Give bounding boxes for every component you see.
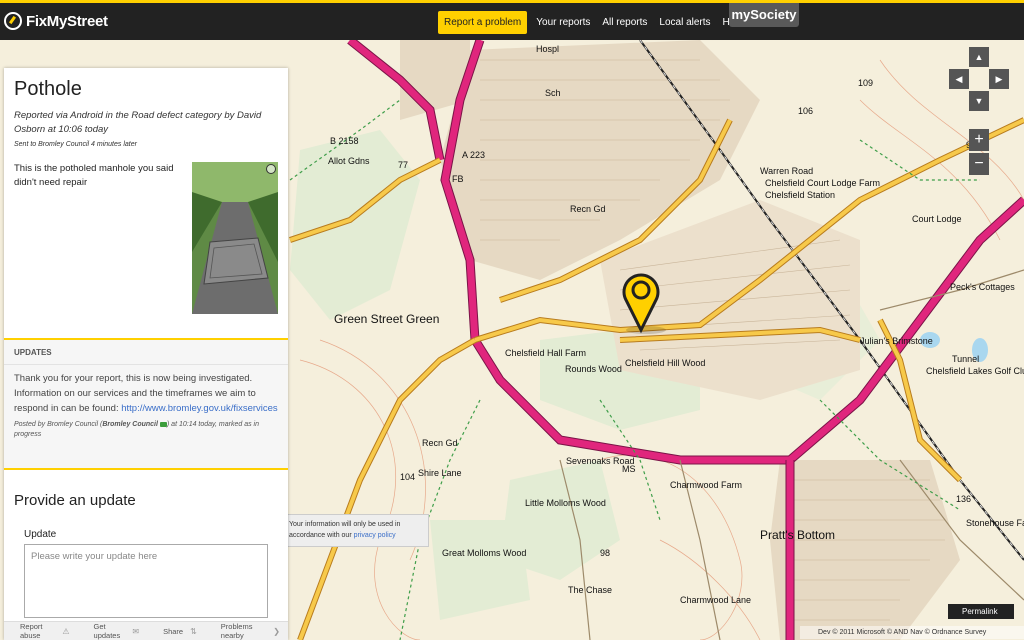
privacy-policy-link[interactable]: privacy policy <box>354 532 396 539</box>
nav-your-reports[interactable]: Your reports <box>536 17 590 28</box>
logo-icon <box>4 12 22 30</box>
zoom-photo-icon[interactable] <box>266 164 276 174</box>
map-label: Chelsfield Hill Wood <box>625 358 706 368</box>
update-textarea[interactable] <box>24 544 268 618</box>
nav-report-problem[interactable]: Report a problem <box>438 11 528 34</box>
map-label: B 2158 <box>330 136 359 146</box>
map-label: Warren Road <box>760 166 814 176</box>
map-label: Stonehouse Farm <box>966 518 1024 528</box>
map-label: FB <box>452 174 464 184</box>
permalink-button[interactable]: Permalink <box>948 604 1014 619</box>
map-label: Chelsfield Station <box>765 190 836 200</box>
get-updates-link[interactable]: Get updates ✉ <box>86 622 144 640</box>
map-label: Court Lodge <box>912 214 962 224</box>
map-label: Peck's Cottages <box>950 282 1015 292</box>
map-attribution: Dev © 2011 Microsoft © AND Nav © Ordnanc… <box>800 626 1024 639</box>
map-label: Chelsfield Hall Farm <box>505 348 587 358</box>
map-label: MS <box>622 464 636 474</box>
map-label: Pratt's Bottom <box>760 528 835 542</box>
pan-up-button[interactable]: ▲ <box>969 47 989 67</box>
fixmystreet-logo[interactable]: FixMyStreet <box>4 12 108 30</box>
map-label: 109 <box>858 78 874 88</box>
posted-prefix: Posted by Bromley Council ( <box>14 421 103 428</box>
map-label: 77 <box>398 160 409 170</box>
map-label: Shire Lane <box>418 468 462 478</box>
report-title: Pothole <box>14 78 82 100</box>
envelope-icon: ✉ <box>132 626 140 636</box>
report-description: This is the potholed manhole you said di… <box>14 163 174 188</box>
share-link[interactable]: Share ⇅ <box>155 627 201 636</box>
map-label: A 223 <box>462 150 486 160</box>
zoom-control: + − <box>969 129 989 177</box>
map-label: Allot Gdns <box>328 156 370 166</box>
update-item: Thank you for your report, this is now b… <box>4 365 288 468</box>
map-label: Rounds Wood <box>565 364 622 374</box>
map-label: Chelsfield Lakes Golf Club <box>926 366 1024 376</box>
pan-left-button[interactable]: ◀ <box>949 69 969 89</box>
posted-org: Bromley Council <box>102 421 158 428</box>
map-label: Charmwood Farm <box>670 480 743 490</box>
pan-control: ▲ ◀ ▶ ▼ <box>949 47 1009 111</box>
problems-nearby-link[interactable]: Problems nearby ❯ <box>213 622 284 640</box>
report-abuse-link[interactable]: Report abuse ⚠ <box>12 622 74 640</box>
share-icon: ⇅ <box>190 626 197 636</box>
pan-right-button[interactable]: ▶ <box>989 69 1009 89</box>
report-meta: Reported via Android in the Road defect … <box>14 110 262 135</box>
map-label: Recn Gd <box>570 204 606 214</box>
map-label: Sch <box>545 88 561 98</box>
provide-update-form: Provide an update Update <box>4 470 288 623</box>
panel-footer: Report abuse ⚠ Get updates ✉ Share ⇅ Proble… <box>4 621 288 640</box>
pothole-photo-image <box>192 162 278 314</box>
map-label: Little Molloms Wood <box>525 498 606 508</box>
map-label: Chelsfield Court Lodge Farm <box>765 178 881 188</box>
council-badge-icon <box>159 421 167 427</box>
report-abuse-label: Report abuse <box>20 622 43 640</box>
map-label: The Chase <box>568 585 613 595</box>
permalink-label: Permalink <box>962 607 998 616</box>
map-label: Hospl <box>536 44 560 54</box>
nav-all-reports[interactable]: All reports <box>602 17 647 28</box>
privacy-tooltip: Your information will only be used in ac… <box>283 514 429 547</box>
map-label: 106 <box>798 106 814 116</box>
map-label: Recn Gd <box>422 438 458 448</box>
report-sent: Sent to Bromley Council 4 minutes later <box>14 141 137 148</box>
update-posted: Posted by Bromley Council (Bromley Counc… <box>14 420 278 440</box>
map-label: Tunnel <box>952 354 980 364</box>
map-label: 104 <box>400 472 416 482</box>
provide-update-heading: Provide an update <box>14 492 136 509</box>
map-label: 136 <box>956 494 972 504</box>
get-updates-label: Get updates <box>93 622 121 640</box>
update-label: Update <box>24 529 57 540</box>
update-text: Thank you for your report, this is now b… <box>14 371 278 416</box>
map-label: Julian's Brimstone <box>860 336 933 346</box>
share-label: Share <box>163 626 184 636</box>
zoom-in-button[interactable]: + <box>969 129 989 151</box>
map-label: Charmwood Lane <box>680 595 752 605</box>
logo-text: FixMyStreet <box>26 12 108 30</box>
map-label: Great Molloms Wood <box>442 548 527 558</box>
chevron-right-icon: ❯ <box>273 626 280 636</box>
top-bar: FixMyStreet Report a problem Your report… <box>0 0 1024 40</box>
report-pin-icon[interactable] <box>616 268 668 338</box>
main-nav: Report a problem Your reports All report… <box>438 11 755 34</box>
nav-local-alerts[interactable]: Local alerts <box>659 17 710 28</box>
report-panel: Pothole Reported via Android in the Road… <box>4 68 288 640</box>
map-label: Green Street Green <box>334 312 440 326</box>
update-link[interactable]: http://www.bromley.gov.uk/fixservices <box>121 403 277 414</box>
mysociety-logo[interactable]: mySociety <box>729 3 799 27</box>
updates-heading: UPDATES <box>4 340 288 365</box>
map-label: 98 <box>600 548 611 558</box>
zoom-out-button[interactable]: − <box>969 153 989 175</box>
report-photo[interactable] <box>192 162 278 314</box>
report-details: Pothole Reported via Android in the Road… <box>4 68 288 338</box>
pan-down-button[interactable]: ▼ <box>969 91 989 111</box>
warning-icon: ⚠ <box>62 626 70 636</box>
problems-nearby-label: Problems nearby <box>220 622 253 640</box>
